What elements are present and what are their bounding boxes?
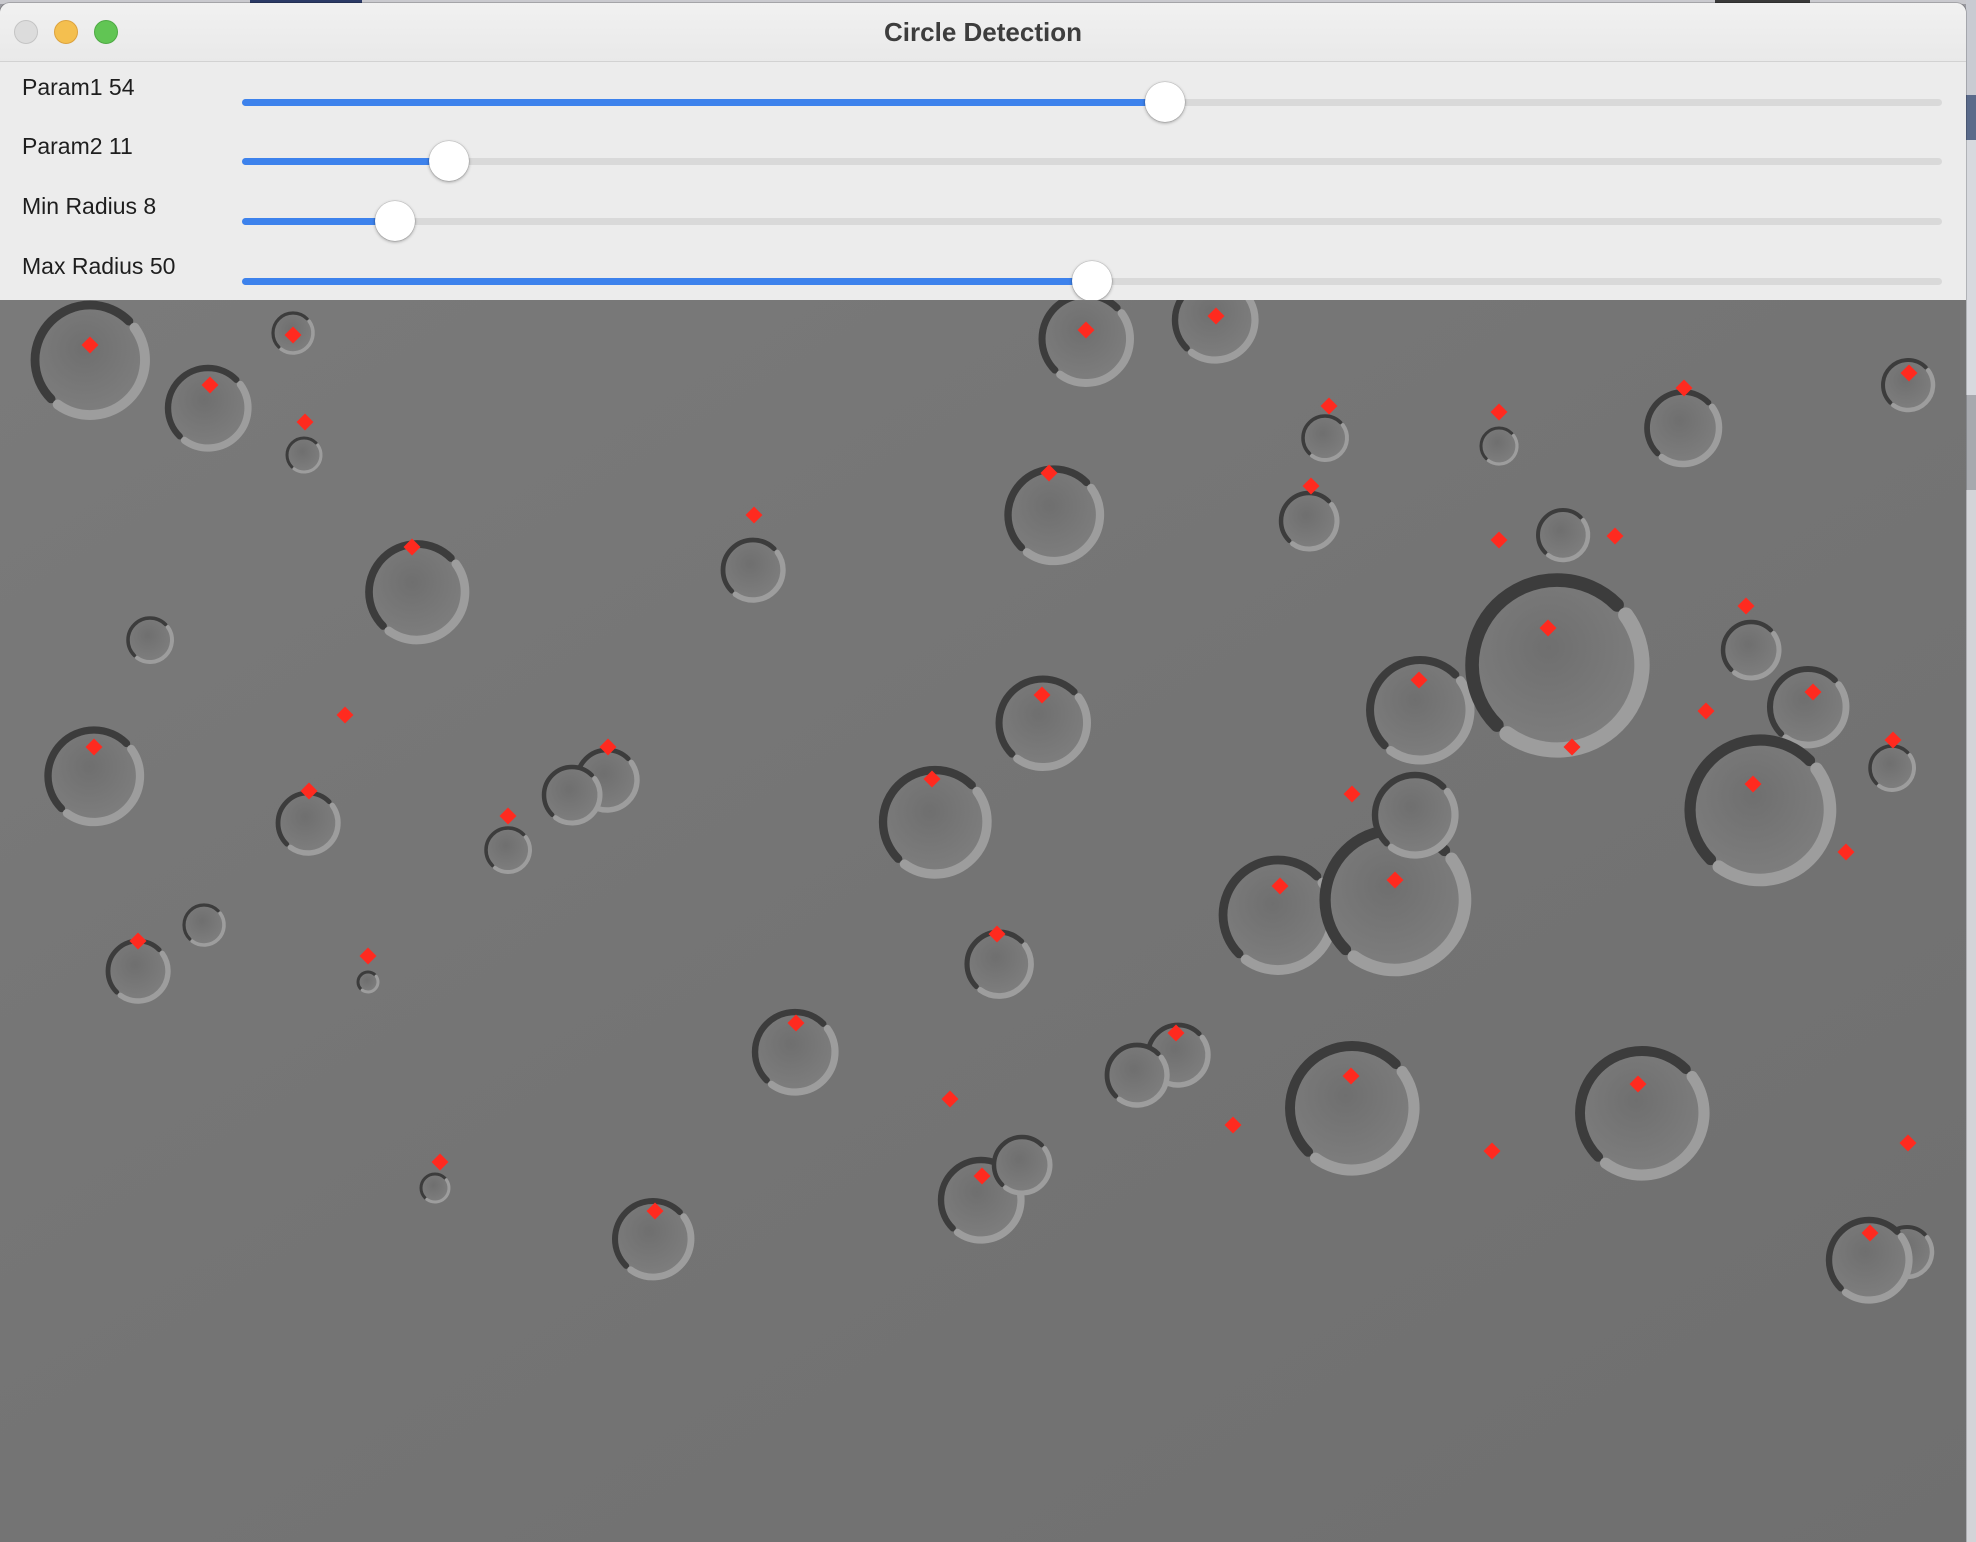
crater: [1218, 855, 1338, 975]
param1-slider[interactable]: [242, 82, 1942, 122]
min-radius-slider-fill: [242, 218, 395, 225]
max-radius-label: Max Radius 50: [22, 253, 176, 279]
max-radius-slider[interactable]: [242, 261, 1942, 301]
crater: [275, 790, 341, 856]
param2-row: Param2 11: [0, 133, 1966, 183]
param1-slider-thumb[interactable]: [1145, 82, 1186, 122]
crater: [1104, 1042, 1170, 1108]
crater-image-view: [0, 300, 1966, 1542]
crater: [1536, 508, 1591, 563]
crater: [105, 938, 171, 1004]
window-title: Circle Detection: [884, 17, 1082, 47]
crater: [991, 1134, 1053, 1196]
trackbar-panel: Param1 54 Param2 11 Min Radius 8 Max Rad…: [0, 62, 1966, 303]
crater: [964, 929, 1034, 999]
crater: [720, 537, 786, 603]
crater: [1767, 666, 1850, 749]
surface-background: [0, 300, 1966, 1542]
crater: [1684, 734, 1837, 887]
max-radius-slider-fill: [242, 278, 1092, 285]
param1-slider-fill: [242, 99, 1166, 106]
crater: [484, 826, 532, 874]
min-radius-slider[interactable]: [242, 201, 1942, 241]
max-radius-slider-thumb[interactable]: [1072, 261, 1112, 301]
crater: [285, 436, 323, 474]
param2-label: Param2 11: [22, 133, 133, 159]
param1-label: Param1 54: [22, 74, 135, 100]
param1-row: Param1 54: [0, 74, 1966, 124]
crater: [1004, 465, 1105, 566]
param2-slider-thumb[interactable]: [429, 141, 470, 181]
crater: [419, 1172, 451, 1204]
max-radius-row: Max Radius 50: [0, 253, 1966, 303]
crater: [1479, 426, 1519, 466]
crater: [356, 970, 380, 994]
crater: [1372, 772, 1459, 859]
min-radius-slider-thumb[interactable]: [375, 201, 415, 241]
crater: [1465, 573, 1650, 758]
param2-slider[interactable]: [242, 141, 1942, 181]
crater: [1285, 1041, 1420, 1176]
crater: [1575, 1046, 1710, 1181]
crater-image: [0, 300, 1966, 1542]
crater: [1644, 389, 1723, 468]
title-bar[interactable]: Circle Detection: [0, 3, 1966, 62]
crater: [1278, 490, 1340, 552]
app-window: Circle Detection Param1 54 Param2 11 Min…: [0, 3, 1966, 1542]
crater: [1720, 619, 1782, 681]
crater: [1038, 300, 1134, 387]
crater: [182, 903, 226, 947]
crater: [30, 300, 150, 420]
param2-slider-fill: [242, 158, 450, 165]
background-window-edge: [1966, 0, 1976, 1542]
min-radius-label: Min Radius 8: [22, 193, 157, 219]
crater: [878, 765, 992, 879]
crater: [365, 540, 470, 645]
crater: [1868, 744, 1916, 792]
crater: [541, 764, 603, 826]
crater: [126, 616, 174, 664]
min-radius-row: Min Radius 8: [0, 193, 1966, 243]
crater: [1301, 414, 1349, 462]
